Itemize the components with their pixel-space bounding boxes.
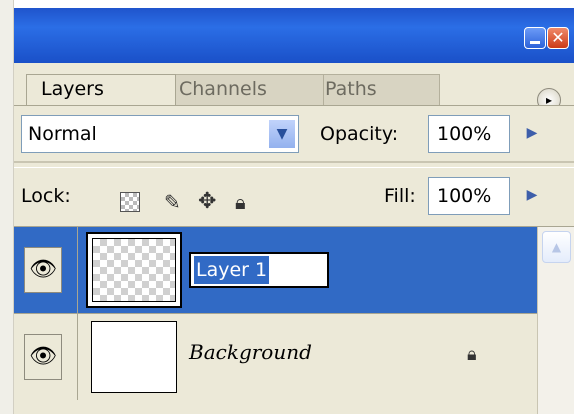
tab-channels[interactable]: Channels — [164, 74, 324, 105]
close-icon: ✕ — [551, 28, 565, 47]
fill-field[interactable]: 100% — [428, 177, 510, 215]
opacity-label: Opacity: — [320, 123, 399, 145]
layers-palette: ✕ Paths Channels Layers ▸ Normal ▼ Opaci… — [14, 8, 574, 414]
layers-list: 👁︎ Layer 1 👁︎ Background 🔒︎ ▲ — [14, 226, 574, 414]
opacity-field[interactable]: 100% — [428, 115, 510, 153]
lock-position-move-icon[interactable]: ✥ — [198, 190, 216, 214]
lock-label: Lock: — [21, 185, 71, 207]
tab-paths[interactable]: Paths — [310, 74, 440, 105]
eye-visibility-icon[interactable]: 👁︎ — [24, 247, 62, 293]
lock-all-padlock-icon[interactable]: 🔒︎ — [235, 190, 246, 214]
chevron-down-icon[interactable]: ▼ — [268, 119, 296, 149]
blend-mode-select[interactable]: Normal ▼ — [21, 115, 299, 153]
scroll-up-arrow-icon[interactable]: ▲ — [542, 231, 571, 263]
divider — [77, 227, 78, 313]
lock-transparent-icon[interactable] — [120, 192, 140, 212]
left-edge-strip — [0, 0, 14, 414]
blend-opacity-row: Normal ▼ Opacity: 100% ▶ — [14, 105, 574, 158]
tab-layers-label: Layers — [41, 78, 104, 100]
layer-thumbnail[interactable] — [86, 232, 182, 308]
padlock-icon: 🔒︎ — [467, 344, 477, 365]
blend-mode-value: Normal — [28, 123, 97, 145]
lock-fill-row: Lock: ✎ ✥ 🔒︎ Fill: 100% ▶ — [14, 167, 574, 220]
divider — [77, 314, 78, 400]
palette-tabs: Paths Channels Layers ▸ — [14, 63, 574, 112]
fill-slider-arrow-icon[interactable]: ▶ — [514, 177, 550, 215]
transparency-checker — [92, 238, 176, 302]
layer-row-layer-1[interactable]: 👁︎ Layer 1 — [14, 227, 537, 313]
layer-name-input[interactable]: Layer 1 — [189, 252, 329, 288]
layer-row-background[interactable]: 👁︎ Background 🔒︎ — [14, 313, 537, 400]
opacity-slider-arrow-icon[interactable]: ▶ — [514, 115, 550, 153]
layer-thumbnail[interactable] — [91, 321, 177, 393]
eye-visibility-icon[interactable]: 👁︎ — [24, 334, 62, 380]
layers-scrollbar[interactable]: ▲ — [537, 227, 574, 414]
tab-paths-label: Paths — [325, 78, 377, 100]
layer-name: Background — [189, 340, 312, 364]
palette-titlebar[interactable]: ✕ — [14, 8, 574, 63]
close-button[interactable]: ✕ — [547, 27, 569, 49]
tab-layers[interactable]: Layers — [26, 74, 176, 105]
layer-name-selected-text: Layer 1 — [194, 256, 270, 284]
minimize-button[interactable] — [524, 27, 546, 49]
fill-label: Fill: — [384, 185, 416, 207]
tab-channels-label: Channels — [179, 78, 267, 100]
lock-image-brush-icon[interactable]: ✎ — [164, 190, 181, 214]
divider — [14, 161, 574, 163]
